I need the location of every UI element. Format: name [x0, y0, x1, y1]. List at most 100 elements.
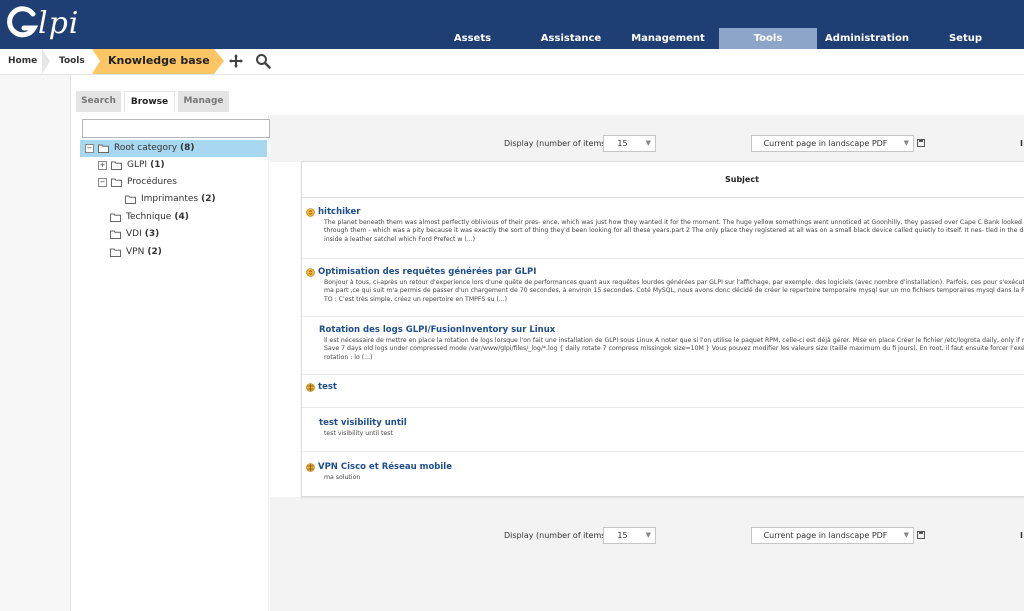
row-title[interactable]: test visibility until — [319, 418, 407, 428]
tree-search-input[interactable] — [82, 119, 270, 138]
breadcrumb-knowledge-base[interactable]: Knowledge base — [92, 49, 214, 74]
chevron-down-icon: ▼ — [645, 139, 651, 147]
chevron-down-icon: ▼ — [903, 531, 909, 539]
glpi-logo[interactable]: lpi — [6, 4, 79, 42]
tree-node-procedures[interactable]: − Procédures — [98, 174, 180, 191]
row-title-text: test — [318, 382, 337, 392]
row-title-text: VPN Cisco et Réseau mobile — [318, 462, 452, 472]
export-format-value: Current page in landscape PDF — [763, 531, 888, 540]
column-header-subject[interactable]: Subject — [725, 175, 759, 184]
row-title[interactable]: test — [306, 382, 337, 392]
tree-node-label: VPN — [126, 247, 145, 257]
tree-node-label: VDI — [126, 229, 142, 239]
table-row: hitchiker The planet beneath them was al… — [302, 198, 1024, 259]
table-row: VPN Cisco et Réseau mobile ma solution — [302, 451, 1024, 495]
faq-icon — [306, 207, 315, 217]
collapse-icon[interactable]: − — [85, 144, 94, 153]
row-snippet: ma solution — [324, 474, 361, 481]
row-title[interactable]: Rotation des logs GLPI/FusionInventory s… — [319, 325, 555, 335]
tab-search[interactable]: Search — [76, 91, 121, 112]
table-row: Optimisation des requêtes générées par G… — [302, 258, 1024, 317]
row-snippet: The planet beneath them was almost perfe… — [324, 219, 1024, 243]
folder-icon — [111, 178, 122, 187]
row-title-text: Optimisation des requêtes générées par G… — [318, 267, 537, 277]
export-format-select[interactable]: Current page in landscape PDF ▼ — [751, 527, 914, 544]
display-count-select[interactable]: 15 ▼ — [603, 135, 656, 152]
tree-node-label: Technique — [126, 212, 172, 222]
tree-node-label: Procédures — [127, 177, 177, 187]
logo-text: lpi — [38, 5, 80, 41]
faq-icon — [306, 267, 315, 277]
row-snippet: test visibility until test — [324, 430, 393, 437]
display-count-select[interactable]: 15 ▼ — [603, 527, 656, 544]
main-menu: Assets Assistance Management Tools Admin… — [420, 28, 1014, 49]
table-header: Subject — [302, 162, 1024, 198]
tree-node-count: (8) — [180, 143, 195, 153]
row-title[interactable]: VPN Cisco et Réseau mobile — [306, 462, 452, 472]
tree-node-count: (2) — [201, 194, 216, 204]
glpi-logo-icon — [7, 6, 39, 38]
tree-node-count: (4) — [174, 212, 189, 222]
public-faq-icon — [306, 462, 315, 472]
breadcrumb-home[interactable]: Home — [8, 49, 37, 74]
menu-administration[interactable]: Administration — [817, 28, 917, 49]
display-count-value: 15 — [617, 139, 628, 148]
tree-node-root-category[interactable]: − Root category (8) — [80, 140, 267, 157]
menu-management[interactable]: Management — [617, 28, 719, 49]
collapse-icon[interactable]: − — [98, 178, 107, 187]
row-title-text: hitchiker — [318, 207, 361, 217]
kb-tabs: Search Browse Manage — [76, 91, 232, 112]
pager-nav-edge[interactable]: I — [1020, 531, 1023, 540]
menu-setup[interactable]: Setup — [917, 28, 1014, 49]
display-count-label: Display (number of items) — [504, 139, 609, 148]
search-icon[interactable] — [255, 53, 271, 69]
tree-node-glpi[interactable]: + GLPI (1) — [98, 157, 165, 174]
tab-browse[interactable]: Browse — [124, 91, 175, 112]
row-snippet: Bonjour à tous, ci-après un retour d'exp… — [324, 279, 1024, 303]
save-export-icon[interactable] — [917, 139, 925, 147]
tree-node-label: Root category — [114, 143, 178, 153]
pager-nav-edge[interactable]: I — [1020, 139, 1023, 148]
tab-manage[interactable]: Manage — [178, 91, 229, 112]
breadcrumb-separator — [92, 49, 100, 74]
menu-assets[interactable]: Assets — [420, 28, 525, 49]
left-gutter — [0, 75, 71, 611]
top-navigation-bar: lpi Assets Assistance Management Tools A… — [0, 0, 1024, 49]
tree-node-count: (3) — [144, 229, 160, 239]
pager-bottom-background — [270, 497, 1024, 611]
row-title[interactable]: hitchiker — [306, 207, 360, 217]
expand-icon[interactable]: + — [98, 161, 107, 170]
menu-tools[interactable]: Tools — [719, 28, 817, 49]
breadcrumb-knowledge-base-label: Knowledge base — [108, 54, 210, 67]
display-count-label: Display (number of items) — [504, 531, 609, 540]
folder-icon — [125, 195, 136, 204]
export-format-select[interactable]: Current page in landscape PDF ▼ — [751, 135, 914, 152]
export-format-value: Current page in landscape PDF — [763, 139, 888, 148]
add-icon[interactable] — [228, 53, 244, 69]
tree-node-technique[interactable]: Technique (4) — [110, 209, 189, 226]
row-snippet: Il est nécessaire de mettre en place la … — [324, 337, 1024, 361]
breadcrumb-separator — [214, 49, 224, 74]
table-row: test — [302, 374, 1024, 408]
breadcrumb: Home Tools Knowledge base — [0, 49, 1024, 75]
tree-node-vpn[interactable]: VPN (2) — [110, 244, 162, 261]
tree-node-vdi[interactable]: VDI (3) — [110, 226, 159, 243]
tree-node-imprimantes[interactable]: Imprimantes (2) — [125, 191, 216, 208]
save-export-icon[interactable] — [917, 531, 925, 539]
folder-icon — [98, 144, 109, 153]
folder-icon — [110, 230, 121, 239]
row-title[interactable]: Optimisation des requêtes générées par G… — [306, 267, 536, 277]
tree-node-label: GLPI — [127, 160, 148, 170]
menu-assistance[interactable]: Assistance — [525, 28, 617, 49]
chevron-down-icon: ▼ — [645, 531, 651, 539]
breadcrumb-separator — [42, 49, 50, 74]
breadcrumb-tools[interactable]: Tools — [59, 49, 85, 74]
row-title-text: test visibility until — [319, 418, 407, 428]
chevron-down-icon: ▼ — [903, 139, 909, 147]
public-faq-icon — [306, 382, 315, 392]
table-row: Rotation des logs GLPI/FusionInventory s… — [302, 316, 1024, 375]
tree-node-count: (1) — [150, 160, 165, 170]
tree-node-count: (2) — [147, 247, 162, 257]
row-title-text: Rotation des logs GLPI/FusionInventory s… — [319, 325, 556, 335]
folder-icon — [110, 213, 121, 222]
